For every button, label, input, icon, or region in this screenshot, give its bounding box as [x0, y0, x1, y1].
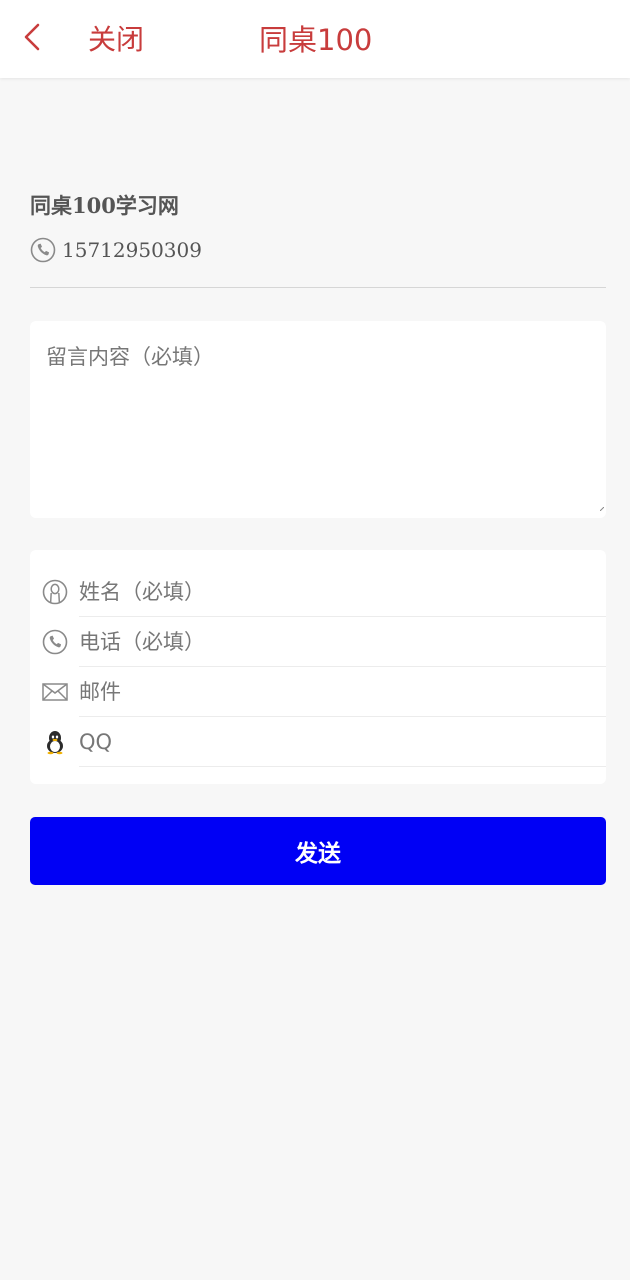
divider	[30, 287, 606, 288]
message-textarea[interactable]	[30, 321, 606, 518]
email-input[interactable]	[79, 667, 606, 717]
mail-icon	[42, 679, 68, 705]
company-phone-number: 15712950309	[62, 238, 202, 262]
resize-handle-icon[interactable]	[599, 496, 605, 512]
phone-icon	[42, 629, 68, 655]
qq-penguin-icon	[42, 729, 68, 755]
name-input[interactable]	[79, 567, 606, 617]
close-button[interactable]: 关闭	[88, 20, 144, 60]
qq-field-row	[30, 717, 606, 767]
person-icon	[42, 579, 68, 605]
chevron-left-icon	[23, 23, 41, 55]
contact-fields	[30, 550, 606, 784]
qq-input[interactable]	[79, 717, 606, 767]
top-bar: 关闭 同桌100	[0, 0, 630, 78]
name-field-row	[30, 567, 606, 617]
phone-field-row	[30, 617, 606, 667]
company-name: 同桌100学习网	[30, 193, 179, 218]
company-phone[interactable]: 15712950309	[30, 236, 202, 264]
send-button[interactable]: 发送	[30, 817, 606, 885]
message-box	[30, 321, 606, 518]
phone-icon	[30, 237, 56, 263]
page-title: 同桌100	[259, 23, 373, 57]
phone-input[interactable]	[79, 617, 606, 667]
back-button[interactable]	[14, 20, 50, 58]
email-field-row	[30, 667, 606, 717]
